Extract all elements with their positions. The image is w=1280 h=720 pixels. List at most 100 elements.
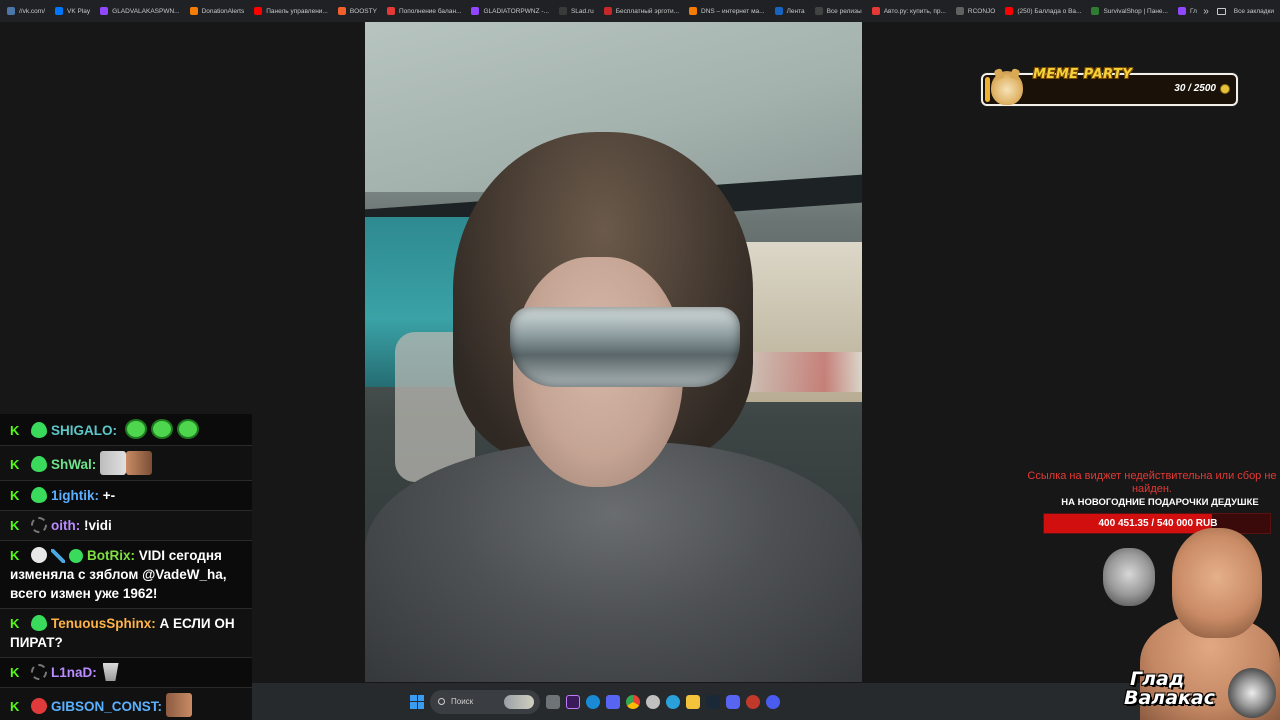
telegram-icon[interactable] — [666, 694, 680, 709]
bookmark-favicon-icon — [1177, 7, 1186, 15]
chat-message: K SHIGALO: — [0, 414, 252, 446]
chat-username: TenuousSphinx: — [51, 616, 156, 631]
kick-badge-icon: K — [10, 423, 20, 438]
bookmark-favicon-icon — [55, 7, 64, 15]
cat-emote-icon — [100, 451, 127, 475]
bookmark-favicon-icon — [1091, 7, 1100, 15]
meme-party-widget: MEME PARTY 30 / 2500 — [981, 67, 1238, 106]
bookmark-item[interactable]: (250) Баллада о Ва... — [1000, 0, 1086, 22]
bookmark-label: Авто.ру: купить, пр... — [883, 7, 946, 15]
app-icon[interactable] — [606, 694, 620, 709]
steam-icon[interactable] — [706, 694, 720, 709]
bookmark-item[interactable]: VK Play — [50, 0, 95, 22]
bookmark-item[interactable]: Авто.ру: купить, пр... — [867, 0, 951, 22]
bookmark-item[interactable]: GLADVALAKASPWN... — [95, 0, 184, 22]
bookmark-item[interactable]: DonationAlerts — [185, 0, 250, 22]
heart-badge-icon — [31, 615, 47, 631]
bookmark-item[interactable]: Пополнение балан... — [382, 0, 467, 22]
bookmark-favicon-icon — [189, 7, 198, 15]
bookmark-item[interactable]: //vk.com/ — [2, 0, 50, 22]
chat-message: K GIBSON_CONST: — [0, 688, 252, 720]
cup-emote-icon — [102, 663, 119, 681]
chat-message: K 1ightik: +- — [0, 481, 252, 511]
bookmark-favicon-icon — [558, 7, 567, 15]
bookmark-item[interactable]: Панель управлени... — [249, 0, 333, 22]
video-person-glasses — [510, 307, 740, 387]
bookmark-item[interactable]: GLADIATORPWNZ -... — [466, 0, 554, 22]
bookmark-label: Пополнение балан... — [398, 7, 462, 15]
kick-badge-icon: K — [10, 488, 20, 503]
verified-badge-icon — [69, 549, 83, 563]
bookmark-label: Лента — [786, 7, 805, 15]
bot-badge-icon — [31, 547, 47, 563]
bookmark-favicon-icon — [689, 7, 697, 15]
all-bookmarks-link[interactable]: Все закладки — [1234, 0, 1274, 22]
bookmark-favicon-icon — [1005, 7, 1014, 15]
bookmark-favicon-icon — [471, 7, 480, 15]
kick-badge-icon: K — [10, 665, 20, 680]
heart-badge-icon — [31, 487, 47, 503]
app-icon-2[interactable] — [766, 694, 780, 709]
chat-username: BotRix: — [87, 548, 135, 563]
folder-icon — [1216, 7, 1226, 15]
meme-party-progress — [985, 77, 990, 102]
bookmark-label: GLADVALAKASPWN... — [112, 7, 180, 15]
heart-badge-icon — [31, 422, 47, 438]
ring-badge-icon — [31, 664, 47, 680]
bookmark-label: Бесплатный эрготи... — [615, 7, 679, 15]
folder-icon[interactable] — [686, 694, 700, 709]
bookmark-item[interactable]: DNS – интернет ма... — [684, 0, 770, 22]
chat-username: 1ightik: — [51, 488, 100, 503]
discord-icon[interactable] — [726, 694, 740, 709]
meme-party-count: 30 / 2500 — [1174, 83, 1216, 94]
pepe-emote-icon — [150, 419, 173, 439]
chat-message: K L1naD: — [0, 658, 252, 688]
taskbar-search[interactable]: Поиск — [430, 689, 540, 714]
heart-badge-icon — [31, 456, 47, 472]
chat-username: oith: — [51, 518, 81, 533]
bookmark-favicon-icon — [871, 7, 880, 15]
chevron-right-icon[interactable]: » — [1203, 6, 1209, 17]
chat-username: SHIGALO: — [51, 423, 117, 438]
face-emote-icon — [126, 451, 153, 475]
bookmark-item[interactable]: SLad.ru — [554, 0, 599, 22]
bookmark-favicon-icon — [955, 7, 964, 15]
bookmark-label: VK Play — [67, 7, 91, 15]
kick-badge-icon: K — [10, 518, 20, 533]
windows-start-icon[interactable] — [410, 694, 424, 709]
bookmark-label: SurvivalShop | Пане... — [1103, 7, 1168, 15]
bookmark-label: SLad.ru — [570, 7, 594, 15]
bookmark-label: GLADIATORPWNZ -... — [483, 7, 549, 15]
bookmark-favicon-icon — [603, 7, 612, 15]
bookmark-label: BOOSTY — [349, 7, 377, 15]
premiere-icon[interactable] — [566, 694, 580, 709]
goal-amount: 400 451.35 / 540 000 RUB — [1098, 518, 1218, 529]
bookmark-favicon-icon — [814, 7, 823, 15]
bookmark-item[interactable]: Все релизы — [810, 0, 867, 22]
bookmark-item[interactable]: BOOSTY — [333, 0, 382, 22]
kick-badge-icon: K — [10, 616, 20, 631]
taskbar-search-label: Поиск — [451, 697, 474, 706]
record-icon[interactable] — [746, 694, 760, 709]
kick-badge-icon: K — [10, 548, 20, 563]
chat-username: L1naD: — [51, 665, 97, 680]
chat-overlay: K SHIGALO: K ShWal: K 1ightik: +- Koith: !v… — [0, 414, 252, 720]
edge-icon[interactable] — [586, 694, 600, 709]
chat-message: K ShWal: — [0, 446, 252, 481]
chat-username: GIBSON_CONST: — [51, 699, 163, 714]
bookmark-item[interactable]: RCONJO — [951, 0, 1000, 22]
bookmark-item[interactable]: Лента — [770, 0, 810, 22]
bookmark-favicon-icon — [386, 7, 395, 15]
task-view-icon[interactable] — [546, 694, 560, 709]
chrome-icon[interactable] — [626, 694, 640, 709]
bookmark-item[interactable]: Бесплатный эрготи... — [599, 0, 684, 22]
obs-icon[interactable] — [646, 694, 660, 709]
bookmark-label: (250) Баллада о Ва... — [1017, 7, 1082, 15]
video-street — [737, 352, 862, 392]
bookmark-favicon-icon — [254, 7, 263, 15]
search-icon — [438, 698, 445, 705]
bookmark-item[interactable]: SurvivalShop | Пане... — [1086, 0, 1173, 22]
stream-screen: //vk.com/VK Play GLADVALAKASPWN... Donatio… — [0, 0, 1280, 720]
webcam-video — [365, 22, 862, 682]
bookmark-label: DNS – интернет ма... — [701, 7, 765, 15]
